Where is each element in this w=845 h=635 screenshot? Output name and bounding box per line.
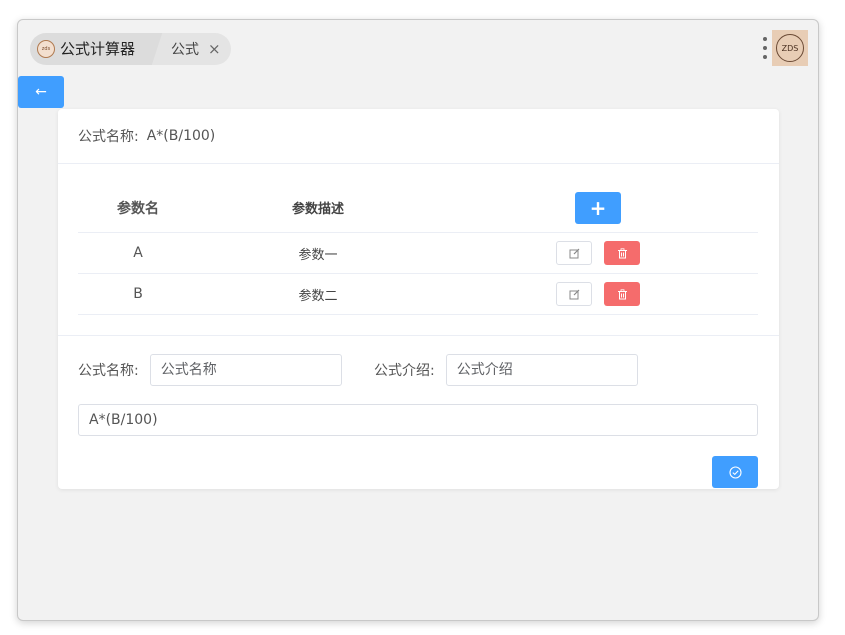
formula-header: 公式名称: A*(B/100): [58, 109, 779, 164]
tab-bar: zds 公式计算器 公式 ×: [30, 32, 231, 65]
trash-icon: [617, 247, 627, 258]
back-button[interactable]: ←: [18, 76, 64, 108]
check-circle-icon: [728, 465, 742, 479]
avatar-logo: ZDS: [776, 34, 804, 62]
more-menu-icon[interactable]: [762, 37, 768, 59]
formula-name-label: 公式名称:: [78, 129, 139, 145]
row-actions: [538, 274, 658, 314]
menu-dot: [763, 37, 767, 41]
column-header-param-name: 参数名: [117, 200, 159, 217]
formula-name-input[interactable]: [149, 354, 342, 386]
confirm-button[interactable]: [712, 456, 758, 488]
app-window: zds 公式计算器 公式 × ZDS ← 公式名称: A*(B/100) 参数名…: [17, 19, 819, 621]
tab-formula-label: 公式: [171, 41, 200, 58]
row-actions: [538, 233, 658, 273]
section-divider: [58, 335, 779, 336]
menu-dot: [763, 46, 767, 50]
app-logo-icon: zds: [37, 39, 55, 58]
edit-icon: [569, 289, 579, 299]
edit-button[interactable]: [556, 241, 592, 265]
avatar[interactable]: ZDS: [772, 30, 808, 66]
name-field-label: 公式名称:: [78, 363, 139, 379]
edit-button[interactable]: [556, 282, 592, 306]
params-table: 参数名 参数描述 + A 参数一 B 参数二: [78, 183, 758, 315]
tab-app[interactable]: zds 公式计算器: [30, 32, 150, 65]
formula-card: 公式名称: A*(B/100) 参数名 参数描述 + A 参数一 B 参数二 公…: [58, 109, 779, 489]
tab-formula[interactable]: 公式 ×: [151, 32, 231, 65]
plus-icon: +: [589, 195, 607, 220]
trash-icon: [617, 288, 627, 299]
param-name: B: [133, 286, 143, 302]
edit-icon: [569, 248, 579, 258]
param-name: A: [133, 245, 143, 261]
column-header-param-desc: 参数描述: [291, 202, 344, 217]
formula-name-value: A*(B/100): [146, 128, 216, 144]
intro-field-group: 公式介绍:: [374, 354, 638, 386]
table-row: B 参数二: [78, 274, 758, 315]
delete-button[interactable]: [604, 282, 640, 306]
param-description: 参数二: [298, 288, 338, 304]
tab-app-label: 公式计算器: [60, 40, 136, 58]
table-row: A 参数一: [78, 233, 758, 274]
intro-field-label: 公式介绍:: [374, 363, 435, 379]
add-param-button[interactable]: +: [575, 191, 621, 224]
param-description: 参数一: [298, 247, 338, 263]
formula-expression-input[interactable]: [78, 404, 758, 436]
close-icon[interactable]: ×: [208, 40, 221, 58]
params-table-header: 参数名 参数描述 +: [78, 183, 758, 233]
delete-button[interactable]: [604, 241, 640, 265]
add-cell: +: [538, 183, 658, 232]
name-field-group: 公式名称:: [78, 354, 342, 386]
arrow-left-icon: ←: [35, 84, 47, 100]
formula-intro-input[interactable]: [445, 354, 638, 386]
menu-dot: [763, 55, 767, 59]
